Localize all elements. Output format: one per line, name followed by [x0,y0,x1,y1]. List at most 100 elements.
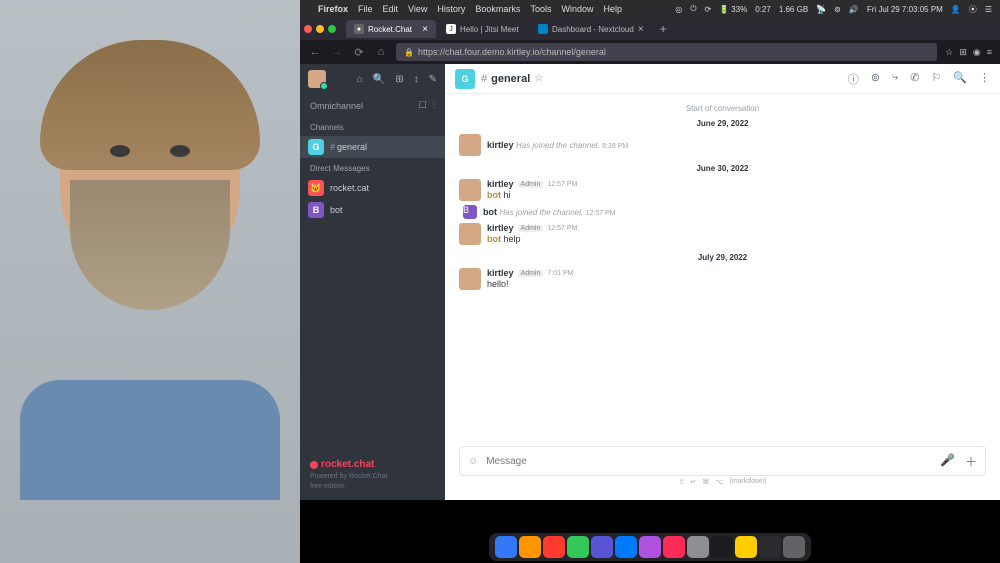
directory-icon[interactable]: ⊞ [395,74,403,85]
dm-avatar: 🐱 [308,180,324,196]
dock-app-icon[interactable] [783,536,805,558]
bookmark-icon[interactable]: ☆ [945,47,953,58]
close-tab-icon[interactable]: × [422,24,428,35]
message-user[interactable]: kirtley [487,268,514,278]
wifi-icon[interactable]: ⊚ [834,5,841,14]
reload-button[interactable]: ⟳ [352,46,366,59]
macos-dock[interactable] [489,533,811,561]
user-icon[interactable]: 👤 [951,5,961,14]
avatar[interactable] [308,70,326,88]
message-input[interactable] [486,456,932,467]
status-icon[interactable]: 📡 [816,5,826,14]
members-icon[interactable]: ⚐ [931,71,941,87]
dock-app-icon[interactable] [759,536,781,558]
firefox-menu-icon[interactable]: ≡ [987,47,992,58]
dock-app-icon[interactable] [687,536,709,558]
forward-button[interactable]: → [330,46,344,58]
home-button[interactable]: ⌂ [374,46,388,58]
message-text: hello! [487,279,986,289]
favicon-icon: J [446,24,456,34]
tab-jitsi[interactable]: J Hello | Jitsi Meet [438,20,528,38]
date-divider: June 29, 2022 [459,119,986,128]
dock-app-icon[interactable] [663,536,685,558]
volume-icon[interactable]: 🔊 [849,5,859,14]
search-channel-icon[interactable]: 🔍 [953,71,967,87]
menu-history[interactable]: History [437,4,465,14]
close-tab-icon[interactable]: × [638,24,644,35]
system-text: Has joined the channel. [516,141,600,150]
home-icon[interactable]: ⌂ [357,74,363,85]
search-icon[interactable]: 🔍 [373,74,385,85]
menu-help[interactable]: Help [603,4,622,14]
back-button[interactable]: ← [308,46,322,58]
status-icon[interactable]: ◎ [675,5,682,14]
menubar-app-name[interactable]: Firefox [318,4,348,14]
dock-app-icon[interactable] [495,536,517,558]
thread-icon[interactable]: ⤷ [892,71,898,87]
menu-edit[interactable]: Edit [383,4,399,14]
create-icon[interactable]: ✎ [429,74,437,85]
kebab-icon[interactable]: ⋮ [979,71,990,87]
extensions-icon[interactable]: ⊞ [959,47,967,58]
menu-window[interactable]: Window [561,4,593,14]
dock-app-icon[interactable] [615,536,637,558]
dock-app-icon[interactable] [591,536,613,558]
call-icon[interactable]: ⓘ [848,71,859,87]
message: kirtley Admin 12:57 PM bot help [459,221,986,247]
channel-title[interactable]: # general ☆ [481,73,543,85]
message-text: bot hi [487,190,986,200]
star-icon[interactable]: ☆ [534,73,543,84]
system-text: Has joined the channel. [500,208,584,217]
message-system: kirtley Has joined the channel. 6:28 PM [459,132,986,158]
sidebar-item-rocketcat[interactable]: 🐱 rocket.cat [300,177,445,199]
control-center-icon[interactable]: ☰ [985,5,992,14]
message-user[interactable]: bot [483,207,497,217]
message-user[interactable]: kirtley [487,223,514,233]
omni-icon[interactable]: ⫶ [433,100,435,111]
menu-file[interactable]: File [358,4,373,14]
memory-status[interactable]: 1.66 GB [779,5,808,14]
dock-app-icon[interactable] [711,536,733,558]
message-time: 12:57 PM [586,210,616,217]
message-list[interactable]: Start of conversation June 29, 2022 kirt… [445,94,1000,440]
dock-app-icon[interactable] [567,536,589,558]
audio-icon[interactable]: 🎤 [940,453,955,470]
role-badge: Admin [518,181,544,188]
clock-short[interactable]: 0:27 [755,5,771,14]
attach-icon[interactable]: ＋ [965,453,977,470]
rocketchat-logo[interactable]: rocket.chat [310,459,435,470]
window-controls[interactable] [304,25,336,33]
dock-app-icon[interactable] [735,536,757,558]
browser-tabbar: ● Rocket.Chat × J Hello | Jitsi Meet Das… [300,18,1000,40]
phone-icon[interactable]: ✆ [910,71,919,87]
omnichannel-section[interactable]: Omnichannel ☐⫶ [300,94,445,117]
dock-app-icon[interactable] [639,536,661,558]
sidebar-header: ⌂ 🔍 ⊞ ↕ ✎ [300,64,445,94]
sort-icon[interactable]: ↕ [414,74,419,85]
emoji-icon[interactable]: ☺ [468,456,478,467]
message-user[interactable]: kirtley [487,140,514,150]
status-icon[interactable]: ⟳ [705,5,712,14]
omni-icon[interactable]: ☐ [419,100,427,111]
account-icon[interactable]: ◉ [973,47,981,58]
menu-tools[interactable]: Tools [530,4,551,14]
spotlight-icon[interactable]: ⦿ [969,4,977,15]
channel-name: #general [330,142,367,152]
tab-rocketchat[interactable]: ● Rocket.Chat × [346,20,436,38]
menu-bookmarks[interactable]: Bookmarks [475,4,520,14]
dock-app-icon[interactable] [519,536,541,558]
new-tab-button[interactable]: + [654,22,673,36]
composer-box[interactable]: ☺ 🎤 ＋ [459,446,986,476]
address-bar[interactable]: 🔒 https://chat.four.demo.kirtley.io/chan… [396,43,937,61]
tab-nextcloud[interactable]: Dashboard - Nextcloud × [530,20,652,38]
menu-view[interactable]: View [408,4,427,14]
dock-app-icon[interactable] [543,536,565,558]
message-user[interactable]: kirtley [487,179,514,189]
battery-status[interactable]: 🔋 33% [719,5,747,14]
status-icon[interactable]: ⏻ [690,4,696,14]
sidebar-item-bot[interactable]: B bot [300,199,445,221]
clock-long[interactable]: Fri Jul 29 7:03:05 PM [867,5,943,14]
discussion-icon[interactable]: ⊚ [871,71,880,87]
dm-name: rocket.cat [330,183,369,193]
sidebar-item-general[interactable]: G #general [300,136,445,158]
